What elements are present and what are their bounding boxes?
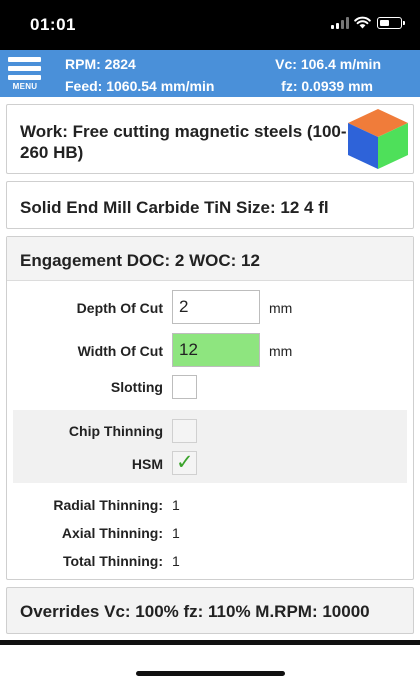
app-header: MENU RPM: 2824 Feed: 1060.54 mm/min Vc: … xyxy=(0,50,420,97)
hsm-label: HSM xyxy=(131,456,163,472)
depth-of-cut-unit: mm xyxy=(269,300,293,316)
options-shaded-group xyxy=(13,410,407,483)
status-time: 01:01 xyxy=(30,15,76,34)
slotting-label: Slotting xyxy=(110,379,163,395)
depth-of-cut-label: Depth Of Cut xyxy=(76,300,163,316)
home-indicator[interactable] xyxy=(136,671,285,676)
menu-button[interactable]: MENU xyxy=(8,55,42,93)
overrides-card[interactable]: Overrides Vc: 100% fz: 110% M.RPM: 10000 xyxy=(6,587,414,634)
status-bar: 01:01 xyxy=(0,0,420,50)
width-of-cut-input[interactable] xyxy=(172,333,260,367)
menu-label: MENU xyxy=(12,82,38,91)
feed-readout: Feed: 1060.54 mm/min xyxy=(65,78,215,94)
vc-readout: Vc: 106.4 m/min xyxy=(275,56,381,72)
cellular-signal-icon xyxy=(331,17,349,29)
slotting-checkbox[interactable] xyxy=(172,375,197,399)
width-of-cut-label: Width Of Cut xyxy=(77,343,163,359)
tool-title: Solid End Mill Carbide TiN Size: 12 4 fl xyxy=(20,198,329,217)
chip-thinning-label: Chip Thinning xyxy=(68,423,163,439)
radial-thinning-label: Radial Thinning: xyxy=(53,497,163,513)
overrides-title: Overrides Vc: 100% fz: 110% M.RPM: 10000 xyxy=(20,602,370,621)
bottom-divider xyxy=(0,640,420,645)
checkmark-icon: ✓ xyxy=(176,451,194,474)
total-thinning-value: 1 xyxy=(172,553,180,569)
wifi-icon xyxy=(354,16,371,29)
width-of-cut-unit: mm xyxy=(269,343,293,359)
depth-of-cut-input[interactable] xyxy=(172,290,260,324)
radial-thinning-value: 1 xyxy=(172,497,180,513)
tool-card[interactable]: Solid End Mill Carbide TiN Size: 12 4 fl xyxy=(6,181,414,229)
chip-thinning-checkbox[interactable] xyxy=(172,419,197,443)
axial-thinning-label: Axial Thinning: xyxy=(61,525,163,541)
fz-readout: fz: 0.0939 mm xyxy=(281,78,373,94)
axial-thinning-value: 1 xyxy=(172,525,180,541)
engagement-title: Engagement DOC: 2 WOC: 12 xyxy=(20,251,260,270)
total-thinning-label: Total Thinning: xyxy=(62,553,163,569)
rpm-readout: RPM: 2824 xyxy=(65,56,136,72)
work-material-line2: 260 HB) xyxy=(20,143,84,162)
hsm-checkbox[interactable]: ✓ xyxy=(172,451,197,475)
material-cube-icon xyxy=(348,109,408,169)
battery-icon xyxy=(377,17,405,29)
work-material-line1: Work: Free cutting magnetic steels (100- xyxy=(20,122,347,141)
